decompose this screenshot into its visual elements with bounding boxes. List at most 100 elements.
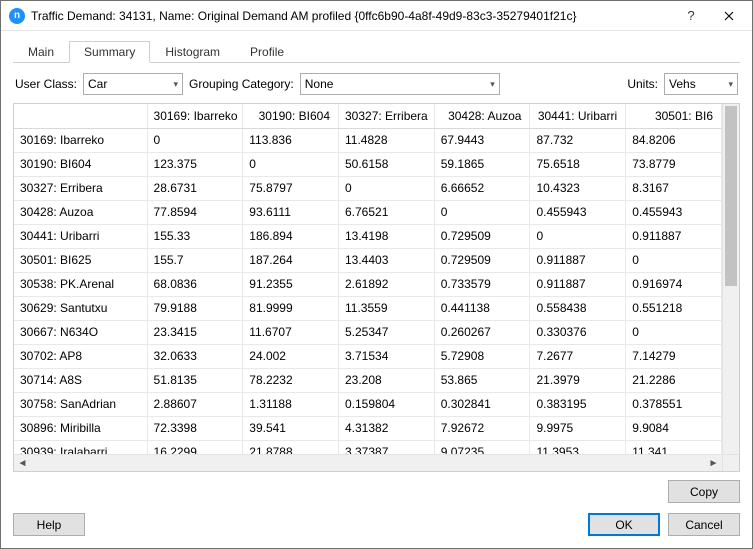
data-cell[interactable]: 9.9975 bbox=[530, 416, 626, 440]
data-cell[interactable]: 13.4198 bbox=[339, 224, 435, 248]
data-cell[interactable]: 51.8135 bbox=[147, 368, 243, 392]
data-cell[interactable]: 68.0836 bbox=[147, 272, 243, 296]
data-cell[interactable]: 73.8779 bbox=[626, 152, 722, 176]
data-cell[interactable]: 123.375 bbox=[147, 152, 243, 176]
data-cell[interactable]: 67.9443 bbox=[434, 128, 530, 152]
data-cell[interactable]: 0.916974 bbox=[626, 272, 722, 296]
data-cell[interactable]: 23.208 bbox=[339, 368, 435, 392]
row-header-cell[interactable]: 30939: Iralabarri bbox=[14, 440, 147, 454]
data-cell[interactable]: 0 bbox=[147, 128, 243, 152]
column-header[interactable] bbox=[14, 104, 147, 128]
data-cell[interactable]: 0.558438 bbox=[530, 296, 626, 320]
data-cell[interactable]: 3.71534 bbox=[339, 344, 435, 368]
row-header-cell[interactable]: 30629: Santutxu bbox=[14, 296, 147, 320]
data-cell[interactable]: 0.441138 bbox=[434, 296, 530, 320]
titlebar-help-button[interactable]: ? bbox=[676, 1, 706, 30]
data-cell[interactable]: 187.264 bbox=[243, 248, 339, 272]
data-cell[interactable]: 155.33 bbox=[147, 224, 243, 248]
data-cell[interactable]: 0.302841 bbox=[434, 392, 530, 416]
data-cell[interactable]: 81.9999 bbox=[243, 296, 339, 320]
data-cell[interactable]: 0 bbox=[434, 200, 530, 224]
row-header-cell[interactable]: 30896: Miribilla bbox=[14, 416, 147, 440]
data-cell[interactable]: 0 bbox=[530, 224, 626, 248]
table-row[interactable]: 30169: Ibarreko0113.83611.482867.944387.… bbox=[14, 128, 722, 152]
row-header-cell[interactable]: 30190: BI604 bbox=[14, 152, 147, 176]
data-cell[interactable]: 7.14279 bbox=[626, 344, 722, 368]
row-header-cell[interactable]: 30758: SanAdrian bbox=[14, 392, 147, 416]
table-row[interactable]: 30629: Santutxu79.918881.999911.35590.44… bbox=[14, 296, 722, 320]
grid-viewport[interactable]: 30169: Ibarreko 30190: BI604 30327: Erri… bbox=[14, 104, 722, 454]
data-cell[interactable]: 0.911887 bbox=[626, 224, 722, 248]
data-cell[interactable]: 2.61892 bbox=[339, 272, 435, 296]
tab-summary[interactable]: Summary bbox=[69, 41, 150, 63]
copy-button[interactable]: Copy bbox=[668, 480, 740, 503]
data-cell[interactable]: 59.1865 bbox=[434, 152, 530, 176]
cancel-button[interactable]: Cancel bbox=[668, 513, 740, 536]
data-cell[interactable]: 0.911887 bbox=[530, 248, 626, 272]
row-header-cell[interactable]: 30327: Erribera bbox=[14, 176, 147, 200]
close-button[interactable] bbox=[706, 1, 752, 30]
data-cell[interactable]: 7.2677 bbox=[530, 344, 626, 368]
vertical-scrollbar[interactable] bbox=[722, 104, 739, 454]
units-select[interactable]: Vehs ▾ bbox=[664, 73, 738, 95]
data-cell[interactable]: 0.911887 bbox=[530, 272, 626, 296]
data-cell[interactable]: 24.002 bbox=[243, 344, 339, 368]
data-cell[interactable]: 6.66652 bbox=[434, 176, 530, 200]
data-cell[interactable]: 79.9188 bbox=[147, 296, 243, 320]
data-cell[interactable]: 0 bbox=[243, 152, 339, 176]
table-row[interactable]: 30538: PK.Arenal68.083691.23552.618920.7… bbox=[14, 272, 722, 296]
data-cell[interactable]: 11.3953 bbox=[530, 440, 626, 454]
data-cell[interactable]: 4.31382 bbox=[339, 416, 435, 440]
table-row[interactable]: 30327: Erribera28.673175.879706.6665210.… bbox=[14, 176, 722, 200]
data-cell[interactable]: 5.72908 bbox=[434, 344, 530, 368]
data-cell[interactable]: 32.0633 bbox=[147, 344, 243, 368]
data-cell[interactable]: 9.9084 bbox=[626, 416, 722, 440]
data-cell[interactable]: 0.729509 bbox=[434, 224, 530, 248]
tab-profile[interactable]: Profile bbox=[235, 41, 299, 62]
data-cell[interactable]: 21.8788 bbox=[243, 440, 339, 454]
data-cell[interactable]: 0.551218 bbox=[626, 296, 722, 320]
ok-button[interactable]: OK bbox=[588, 513, 660, 536]
row-header-cell[interactable]: 30702: AP8 bbox=[14, 344, 147, 368]
data-cell[interactable]: 91.2355 bbox=[243, 272, 339, 296]
data-cell[interactable]: 0 bbox=[339, 176, 435, 200]
data-cell[interactable]: 77.8594 bbox=[147, 200, 243, 224]
table-row[interactable]: 30939: Iralabarri16.229921.87883.373879.… bbox=[14, 440, 722, 454]
table-row[interactable]: 30702: AP832.063324.0023.715345.729087.2… bbox=[14, 344, 722, 368]
data-cell[interactable]: 84.8206 bbox=[626, 128, 722, 152]
data-cell[interactable]: 1.31188 bbox=[243, 392, 339, 416]
data-cell[interactable]: 8.3167 bbox=[626, 176, 722, 200]
data-cell[interactable]: 0.383195 bbox=[530, 392, 626, 416]
table-row[interactable]: 30667: N634O23.341511.67075.253470.26026… bbox=[14, 320, 722, 344]
scroll-left-icon[interactable]: ◄ bbox=[14, 458, 31, 469]
table-row[interactable]: 30896: Miribilla72.339839.5414.313827.92… bbox=[14, 416, 722, 440]
column-header[interactable]: 30327: Erribera bbox=[339, 104, 435, 128]
data-cell[interactable]: 0.729509 bbox=[434, 248, 530, 272]
data-cell[interactable]: 21.3979 bbox=[530, 368, 626, 392]
data-cell[interactable]: 16.2299 bbox=[147, 440, 243, 454]
data-cell[interactable]: 186.894 bbox=[243, 224, 339, 248]
scrollbar-thumb[interactable] bbox=[725, 106, 737, 286]
data-cell[interactable]: 0.733579 bbox=[434, 272, 530, 296]
data-cell[interactable]: 0.260267 bbox=[434, 320, 530, 344]
data-cell[interactable]: 11.3559 bbox=[339, 296, 435, 320]
data-cell[interactable]: 10.4323 bbox=[530, 176, 626, 200]
data-cell[interactable]: 72.3398 bbox=[147, 416, 243, 440]
data-cell[interactable]: 75.6518 bbox=[530, 152, 626, 176]
data-cell[interactable]: 39.541 bbox=[243, 416, 339, 440]
data-cell[interactable]: 0.455943 bbox=[530, 200, 626, 224]
data-cell[interactable]: 155.7 bbox=[147, 248, 243, 272]
tab-histogram[interactable]: Histogram bbox=[150, 41, 235, 62]
data-cell[interactable]: 0.378551 bbox=[626, 392, 722, 416]
data-cell[interactable]: 13.4403 bbox=[339, 248, 435, 272]
row-header-cell[interactable]: 30441: Uribarri bbox=[14, 224, 147, 248]
row-header-cell[interactable]: 30501: BI625 bbox=[14, 248, 147, 272]
tab-main[interactable]: Main bbox=[13, 41, 69, 62]
data-cell[interactable]: 75.8797 bbox=[243, 176, 339, 200]
data-cell[interactable]: 2.88607 bbox=[147, 392, 243, 416]
horizontal-scrollbar[interactable]: ◄ ► bbox=[14, 454, 722, 471]
column-header[interactable]: 30190: BI604 bbox=[243, 104, 339, 128]
data-cell[interactable]: 11.4828 bbox=[339, 128, 435, 152]
row-header-cell[interactable]: 30714: A8S bbox=[14, 368, 147, 392]
data-cell[interactable]: 21.2286 bbox=[626, 368, 722, 392]
